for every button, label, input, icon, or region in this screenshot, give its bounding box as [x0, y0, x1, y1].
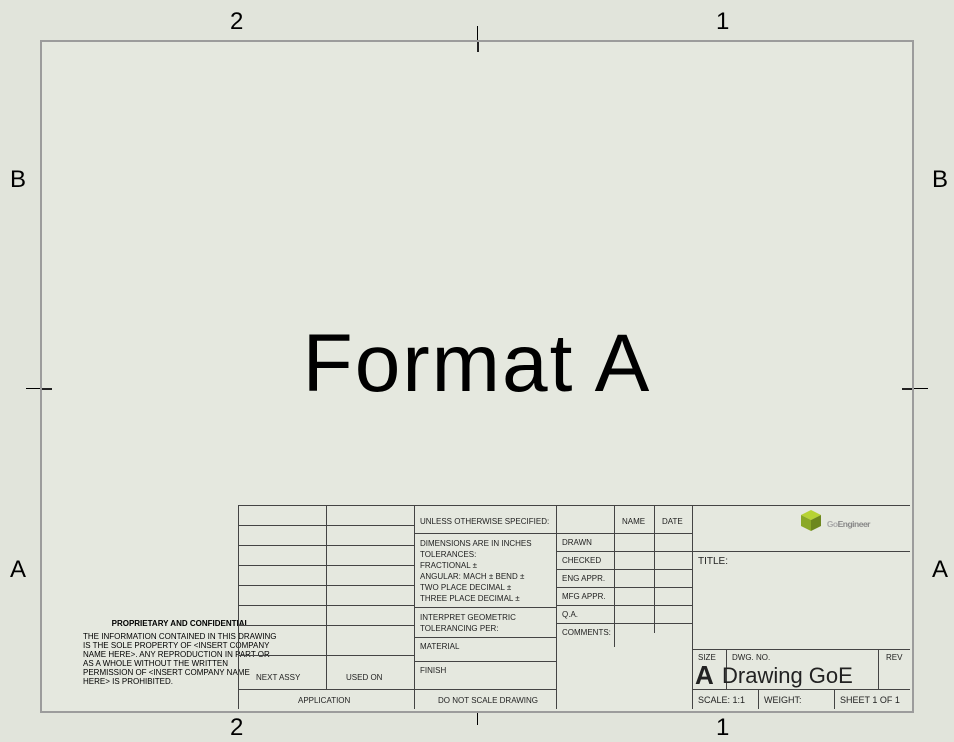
used-on-label: USED ON	[346, 673, 382, 682]
zone-bottom-2: 2	[230, 714, 243, 742]
zone-right-b: B	[932, 166, 948, 194]
weight-label: WEIGHT:	[764, 695, 802, 705]
size-value: A	[695, 661, 714, 691]
three-label: THREE PLACE DECIMAL ±	[420, 594, 520, 603]
qa-label: Q.A.	[562, 610, 578, 619]
mfg-label: MFG APPR.	[562, 592, 606, 601]
logo-suffix: Engineer	[838, 519, 870, 529]
tick-top-center	[477, 26, 478, 40]
tick-right-mid	[914, 388, 928, 389]
logo-prefix: Go	[827, 519, 838, 529]
name-hdr: NAME	[622, 517, 645, 526]
rev-label: REV	[886, 653, 902, 662]
unless-label: UNLESS OTHERWISE SPECIFIED:	[420, 517, 549, 526]
ang-label: ANGULAR: MACH ± BEND ±	[420, 572, 524, 581]
eng-label: ENG APPR.	[562, 574, 605, 583]
title-label: TITLE:	[698, 556, 728, 568]
zone-left-a: A	[10, 556, 26, 584]
scale-label: SCALE: 1:1	[698, 695, 745, 705]
logo-text: GoEngineer	[827, 510, 870, 533]
zone-right-a: A	[932, 556, 948, 584]
company-logo: GoEngineer	[799, 509, 870, 533]
sheet-label: SHEET 1 OF 1	[840, 695, 900, 705]
zone-left-b: B	[10, 166, 26, 194]
application-label: APPLICATION	[298, 696, 350, 705]
main-label: Format A	[303, 317, 652, 411]
zone-top-1: 1	[716, 8, 729, 36]
geo1-label: INTERPRET GEOMETRIC	[420, 613, 516, 622]
finish-label: FINISH	[420, 666, 446, 675]
tick-left-mid	[26, 388, 40, 389]
geo2-label: TOLERANCING PER:	[420, 624, 499, 633]
two-label: TWO PLACE DECIMAL ±	[420, 583, 511, 592]
inner-tick-right	[902, 388, 912, 390]
drawn-label: DRAWN	[562, 538, 592, 547]
dims-label: DIMENSIONS ARE IN INCHES	[420, 539, 532, 548]
dwgno-label: DWG. NO.	[732, 653, 770, 662]
material-label: MATERIAL	[420, 642, 459, 651]
title-block: NEXT ASSY USED ON APPLICATION UNLESS OTH…	[238, 505, 910, 709]
inner-tick-top	[477, 42, 479, 52]
date-hdr: DATE	[662, 517, 683, 526]
frac-label: FRACTIONAL ±	[420, 561, 477, 570]
next-assy-label: NEXT ASSY	[256, 673, 300, 682]
checked-label: CHECKED	[562, 556, 601, 565]
zone-bottom-1: 1	[716, 714, 729, 742]
zone-top-2: 2	[230, 8, 243, 36]
tick-bottom-center	[477, 713, 478, 725]
comments-label: COMMENTS:	[562, 628, 611, 637]
drawing-name: Drawing GoE	[722, 663, 853, 688]
logo-cube-icon	[799, 509, 823, 533]
drawing-frame: Format A PROPRIETARY AND CONFIDENTIAL TH…	[40, 40, 914, 713]
noscale-label: DO NOT SCALE DRAWING	[438, 696, 538, 705]
inner-tick-left	[42, 388, 52, 390]
tol-label: TOLERANCES:	[420, 550, 476, 559]
